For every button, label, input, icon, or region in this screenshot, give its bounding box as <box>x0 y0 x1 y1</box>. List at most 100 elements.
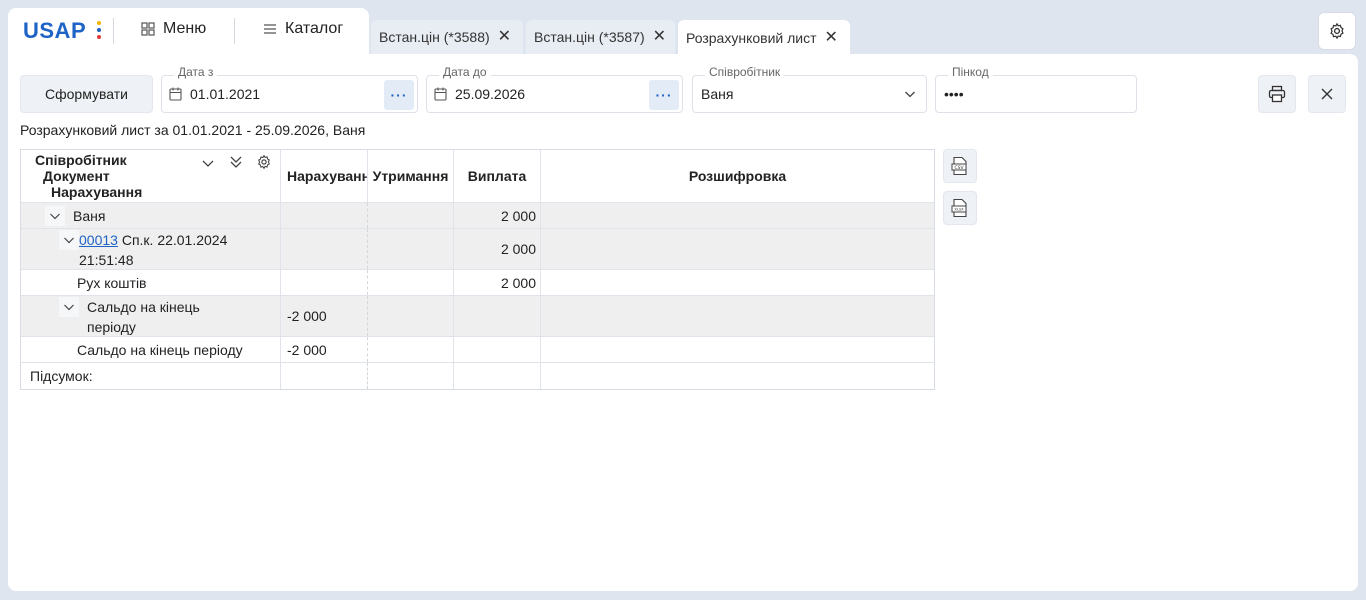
catalog-label: Каталог <box>285 20 344 37</box>
table-row[interactable]: Ваня 2 000 <box>21 203 934 229</box>
list-icon <box>264 24 276 34</box>
printer-icon <box>1268 85 1286 103</box>
svg-text:XLSX: XLSX <box>954 208 964 212</box>
logo-text: USAP <box>23 18 87 43</box>
deduction-value <box>368 337 454 362</box>
employee-value: Ваня <box>701 86 734 102</box>
print-button[interactable] <box>1258 75 1296 113</box>
accrual-value <box>281 270 368 295</box>
divider <box>234 18 235 44</box>
close-icon <box>1321 88 1333 100</box>
col-accrual[interactable]: Нарахування <box>281 150 368 202</box>
col-payment[interactable]: Виплата <box>454 150 541 202</box>
table-row[interactable]: Сальдо на кінець періоду -2 000 <box>21 296 934 337</box>
gear-icon <box>1330 22 1344 40</box>
close-icon[interactable]: ✕ <box>498 29 511 45</box>
payslip-table: Співробітник Документ Нарахування Нараху… <box>20 149 935 390</box>
deduction-value <box>368 229 454 269</box>
logo-dots <box>97 21 101 42</box>
expand-all-icon[interactable] <box>229 154 243 170</box>
date-from-label: Дата з <box>174 65 218 79</box>
table-header: Співробітник Документ Нарахування Нараху… <box>21 150 934 203</box>
deduction-value <box>368 270 454 295</box>
catalog-button[interactable]: Каталог <box>263 20 343 38</box>
table-row[interactable]: Рух коштів 2 000 <box>21 270 934 296</box>
breakdown-value <box>541 337 934 362</box>
tab-label: Встан.цін (*3587) <box>534 29 645 45</box>
collapse-icon[interactable] <box>45 205 65 226</box>
settings-button[interactable] <box>1318 12 1356 50</box>
payment-value: 2 000 <box>454 270 541 295</box>
employee-label: Співробітник <box>705 65 785 79</box>
more-button[interactable]: ··· <box>649 80 679 110</box>
csv-file-icon: CSV <box>951 156 967 176</box>
generate-button[interactable]: Сформувати <box>20 75 153 113</box>
more-button[interactable]: ··· <box>384 80 414 110</box>
payment-value: 2 000 <box>454 203 541 228</box>
gear-icon[interactable] <box>256 154 272 170</box>
date-from-value: 01.01.2021 <box>190 86 261 102</box>
row-label: Сальдо на кінець періоду <box>87 299 200 335</box>
close-icon[interactable]: ✕ <box>653 29 666 45</box>
total-payment <box>454 363 541 389</box>
row-label: Рух коштів <box>21 270 281 295</box>
collapse-icon[interactable] <box>59 297 79 317</box>
breakdown-value <box>541 229 934 269</box>
accrual-value <box>281 229 368 269</box>
document-link[interactable]: 00013 <box>79 232 118 248</box>
table-row[interactable]: 00013 Сп.к. 22.01.2024 21:51:48 2 000 <box>21 229 934 270</box>
payment-value <box>454 296 541 336</box>
employee-select[interactable]: Співробітник Ваня <box>692 65 927 113</box>
table-row[interactable]: Сальдо на кінець періоду -2 000 <box>21 337 934 363</box>
accrual-value: -2 000 <box>281 337 368 362</box>
group-header-cell: Співробітник Документ Нарахування <box>21 150 281 202</box>
pin-field[interactable]: Пінкод •••• <box>935 65 1137 113</box>
svg-text:CSV: CSV <box>954 165 964 171</box>
close-button[interactable] <box>1308 75 1346 113</box>
tab-price-3588[interactable]: Встан.цін (*3588) ✕ <box>371 20 523 54</box>
deduction-value <box>368 203 454 228</box>
header-document: Документ <box>43 168 110 184</box>
date-from-field[interactable]: Дата з 01.01.2021 ··· <box>161 65 418 113</box>
tab-price-3587[interactable]: Встан.цін (*3587) ✕ <box>526 20 675 54</box>
header-accrual-group: Нарахування <box>51 184 143 200</box>
divider <box>113 18 114 44</box>
chevron-down-icon <box>905 91 915 98</box>
tab-payslip[interactable]: Розрахунковий лист ✕ <box>678 20 850 56</box>
collapse-icon[interactable] <box>59 230 79 250</box>
payment-value <box>454 337 541 362</box>
top-bar: USAP Меню Каталог <box>8 8 369 56</box>
row-label: Сальдо на кінець періоду <box>21 337 281 362</box>
grid-icon <box>141 22 155 36</box>
document-cell: 00013 Сп.к. 22.01.2024 21:51:48 <box>79 230 239 270</box>
deduction-value <box>368 296 454 336</box>
menu-label: Меню <box>163 20 207 37</box>
export-xlsx-button[interactable]: XLSX <box>943 191 977 225</box>
pin-label: Пінкод <box>948 65 993 79</box>
export-csv-button[interactable]: CSV <box>943 149 977 183</box>
xlsx-file-icon: XLSX <box>951 198 967 218</box>
payment-value: 2 000 <box>454 229 541 269</box>
date-to-label: Дата до <box>439 65 491 79</box>
close-icon[interactable]: ✕ <box>825 30 838 46</box>
calendar-icon <box>434 87 447 101</box>
col-deduction[interactable]: Утримання <box>368 150 454 202</box>
breakdown-value <box>541 270 934 295</box>
total-row: Підсумок: <box>21 363 934 389</box>
total-label: Підсумок: <box>21 363 281 389</box>
chevron-down-icon[interactable] <box>201 156 215 170</box>
report-caption: Розрахунковий лист за 01.01.2021 - 25.09… <box>20 122 366 138</box>
breakdown-value <box>541 203 934 228</box>
col-breakdown[interactable]: Розшифровка <box>541 150 934 202</box>
date-to-field[interactable]: Дата до 25.09.2026 ··· <box>426 65 683 113</box>
logo[interactable]: USAP <box>23 18 101 44</box>
accrual-value <box>281 203 368 228</box>
main-panel: Сформувати Дата з 01.01.2021 ··· Дата до… <box>8 54 1358 591</box>
breakdown-value <box>541 296 934 336</box>
header-employee: Співробітник <box>35 152 127 168</box>
total-accrual <box>281 363 368 389</box>
tab-label: Встан.цін (*3588) <box>379 29 490 45</box>
calendar-icon <box>169 87 182 101</box>
accrual-value: -2 000 <box>281 296 368 336</box>
menu-button[interactable]: Меню <box>141 20 206 38</box>
